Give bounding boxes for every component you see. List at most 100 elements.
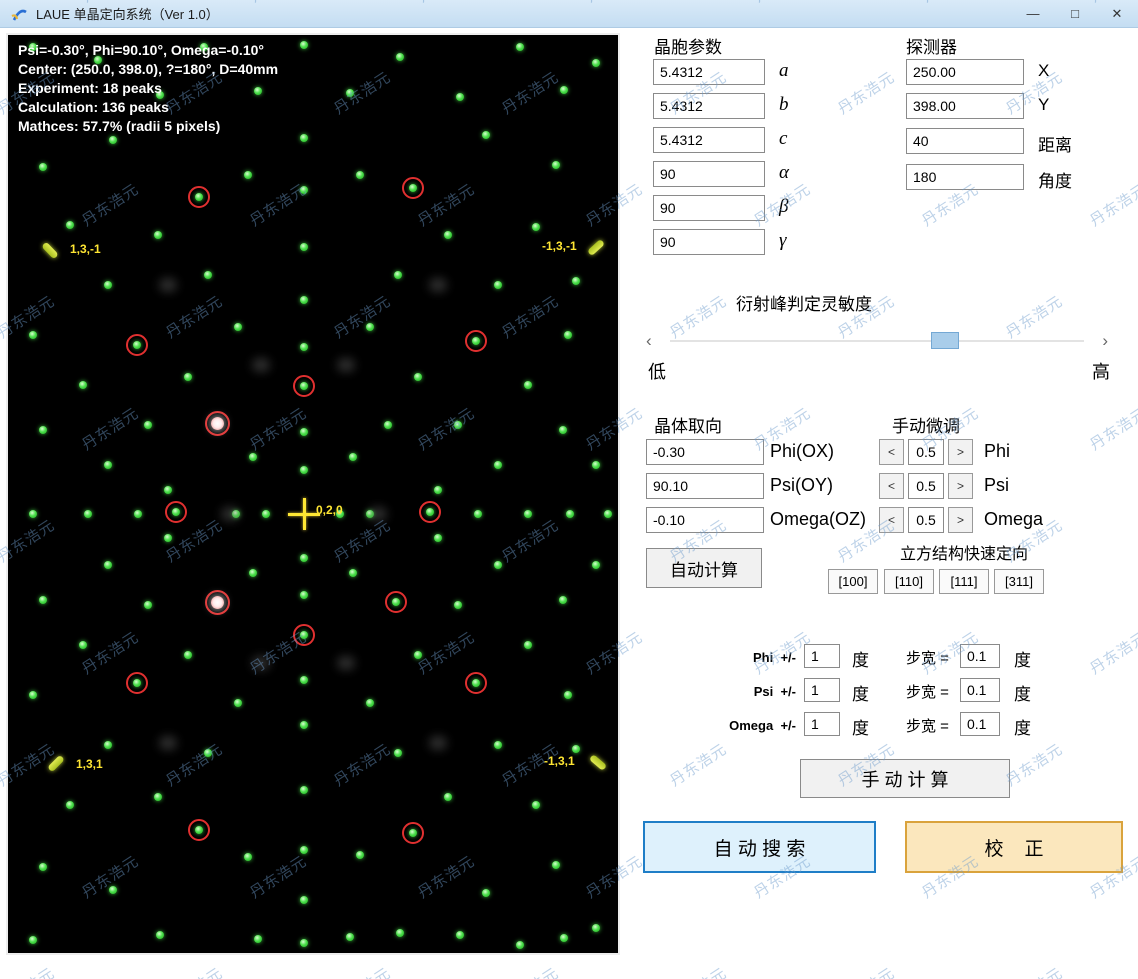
auto-calc-button[interactable]: 自动计算 [646,548,762,588]
psi-increment-button[interactable]: > [948,473,973,499]
psi-range-input[interactable] [804,678,840,702]
calibrate-button[interactable]: 校 正 [905,821,1123,873]
app-window: LAUE 单晶定向系统（Ver 1.0） — □ ✕ Psi=-0.30°, P… [0,0,1138,979]
detector-x-input[interactable] [906,59,1024,85]
streak-spot [586,238,606,256]
streak-spot [47,754,65,772]
cubic-111-button[interactable]: [111] [939,569,989,594]
cell-c-input[interactable] [653,127,765,153]
diffraction-spot [394,749,402,757]
laue-pattern-panel[interactable]: Psi=-0.30°, Phi=90.10°, Omega=-0.10° Cen… [6,33,620,955]
phi-ox-input[interactable] [646,439,764,465]
diffraction-spot [572,745,580,753]
psi-decrement-button[interactable]: < [879,473,904,499]
cell-params-heading: 晶胞参数 [654,38,722,57]
cell-a-input[interactable] [653,59,765,85]
diffraction-spot [456,93,464,101]
diffraction-spot [394,271,402,279]
diffraction-spot [396,929,404,937]
diffraction-spot [172,508,180,516]
center-cross-vertical [303,498,306,530]
psi-oy-input[interactable] [646,473,764,499]
center-hkl-label: 0,2,0 [316,503,343,517]
diffraction-spot [195,193,203,201]
phi-stepwidth-input[interactable] [960,644,1000,668]
phi-decrement-button[interactable]: < [879,439,904,465]
diffraction-spot [262,510,270,518]
diffraction-spot [300,721,308,729]
cell-beta-input[interactable] [653,195,765,221]
slider-thumb[interactable] [930,332,959,349]
bright-spot [210,595,224,609]
cubic-100-button[interactable]: [100] [828,569,878,594]
diffraction-spot [300,296,308,304]
streak-spot [41,241,59,259]
phi-step-input[interactable] [908,439,944,465]
diffraction-spot [249,569,257,577]
diffraction-spot [434,486,442,494]
phi-name-label: Phi [752,650,774,665]
maximize-button[interactable]: □ [1054,0,1096,27]
slider-right-arrow-icon[interactable]: › [1102,331,1108,351]
minimize-button[interactable]: — [1012,0,1054,27]
diffraction-spot [392,598,400,606]
manual-calc-button[interactable]: 手 动 计 算 [800,759,1010,798]
diffraction-spot [300,134,308,142]
diffraction-spot [396,53,404,61]
cubic-110-button[interactable]: [110] [884,569,934,594]
omega-range-input[interactable] [804,712,840,736]
app-logo-icon [10,5,28,23]
cell-beta-label: β [779,196,789,217]
diffraction-spot [346,933,354,941]
diffraction-spot [482,131,490,139]
omega-increment-button[interactable]: > [948,507,973,533]
diffraction-spot [300,382,308,390]
sensitivity-slider[interactable]: ‹ › [644,331,1110,351]
diffraction-spot [300,428,308,436]
cell-gamma-input[interactable] [653,229,765,255]
diffraction-spot [254,935,262,943]
omega-oz-input[interactable] [646,507,764,533]
slider-track[interactable] [670,332,1084,349]
detector-y-input[interactable] [906,93,1024,119]
psi-name-label: Psi [753,684,774,699]
detector-angle-input[interactable] [906,164,1024,190]
detector-distance-input[interactable] [906,128,1024,154]
diffraction-spot [532,223,540,231]
diffraction-spot [300,676,308,684]
phi-range-input[interactable] [804,644,840,668]
sensitivity-heading: 衍射峰判定灵敏度 [736,295,872,314]
diffraction-spot [300,786,308,794]
watermark-text: 丹东浩元 [497,962,562,979]
title-bar: LAUE 单晶定向系统（Ver 1.0） — □ ✕ [0,0,1138,28]
detector-y-label: Y [1038,95,1050,114]
diffraction-spot [456,931,464,939]
psi-pm-label: +/- [780,684,796,699]
diffraction-spot [29,691,37,699]
diffraction-spot [474,510,482,518]
diffraction-spot [29,510,37,518]
omega-step-input[interactable] [908,507,944,533]
omega-stepwidth-input[interactable] [960,712,1000,736]
omega-decrement-button[interactable]: < [879,507,904,533]
diffraction-spot [204,749,212,757]
psi-deg-label: 度 [852,685,869,704]
cell-alpha-input[interactable] [653,161,765,187]
slider-left-arrow-icon[interactable]: ‹ [646,331,652,351]
diffraction-spot [184,373,192,381]
auto-search-button[interactable]: 自 动 搜 索 [643,821,876,873]
phi-increment-button[interactable]: > [948,439,973,465]
diffraction-spot [154,793,162,801]
psi-step-input[interactable] [908,473,944,499]
cubic-311-button[interactable]: [311] [994,569,1044,594]
cell-b-input[interactable] [653,93,765,119]
streak-spot [588,753,608,771]
close-button[interactable]: ✕ [1096,0,1138,27]
diffraction-spot [104,741,112,749]
detector-angle-label: 角度 [1038,172,1072,191]
diffraction-spot [409,829,417,837]
psi-stepwidth-label: 步宽 = [906,684,949,701]
psi-stepwidth-input[interactable] [960,678,1000,702]
faint-blob [159,736,177,750]
detector-heading: 探测器 [906,38,957,57]
